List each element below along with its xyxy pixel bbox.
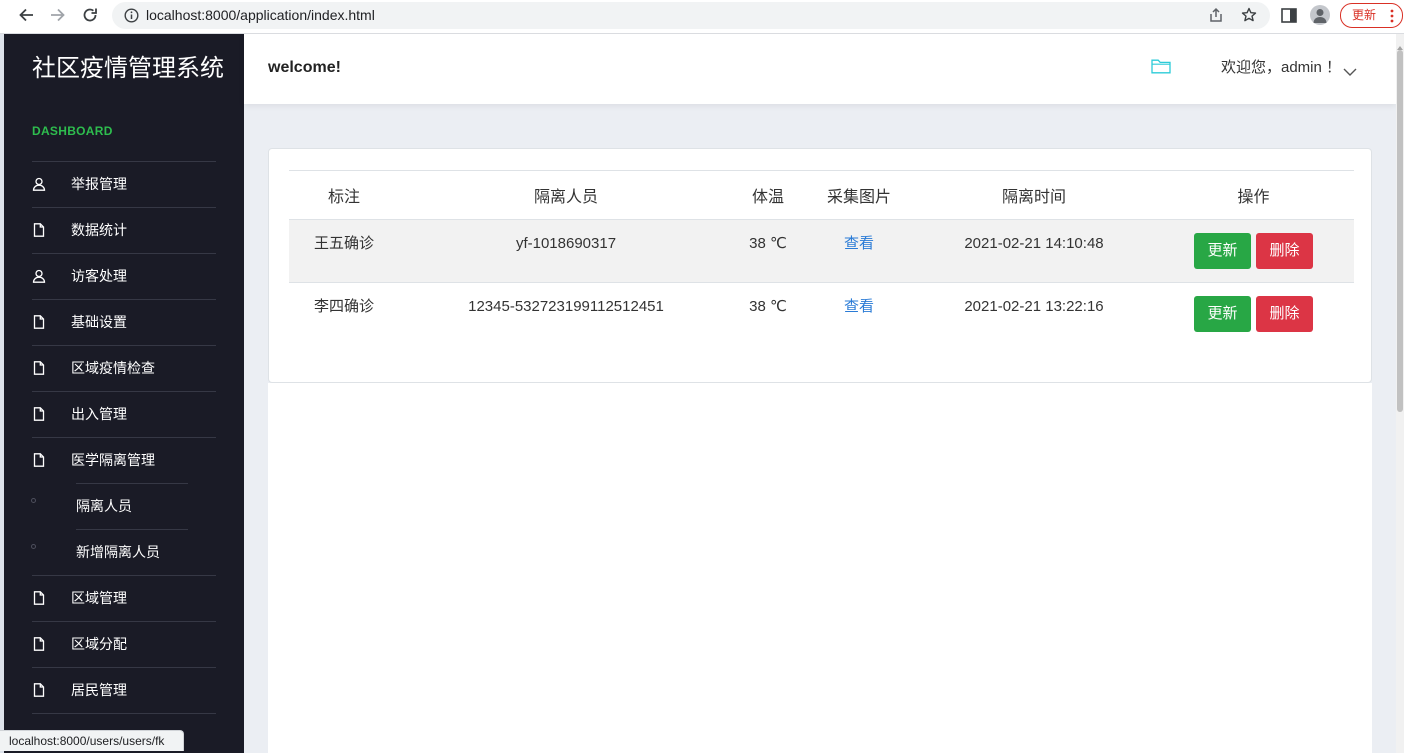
sidebar-item-label: 访客处理 — [71, 268, 127, 284]
sidebar-item-label: 区域分配 — [71, 636, 127, 652]
update-button[interactable]: 更新 — [1194, 233, 1251, 269]
url-text[interactable]: localhost:8000/application/index.html — [146, 7, 375, 24]
share-icon[interactable] — [1208, 7, 1224, 23]
chevron-down-icon[interactable] — [1343, 63, 1357, 76]
bullet-circle-icon — [31, 544, 36, 549]
cell-temperature: 38 ℃ — [733, 219, 803, 283]
back-arrow-icon[interactable] — [18, 7, 34, 23]
user-icon — [32, 269, 46, 283]
file-icon — [32, 223, 46, 237]
cell-actions: 更新 删除 — [1153, 219, 1354, 283]
main-content: 标注 隔离人员 体温 采集图片 隔离时间 操作 王五确诊 yf-10186903… — [244, 104, 1396, 753]
cell-person: 12345-532723199112512451 — [468, 298, 664, 315]
sidebar-subitem-add-quarantined-person[interactable]: 新增隔离人员 — [4, 529, 244, 575]
bullet-circle-icon — [31, 498, 36, 503]
sidebar-item-area-allocation[interactable]: 区域分配 — [4, 621, 244, 667]
welcome-text: welcome! — [268, 59, 341, 76]
sidebar-item-medical-quarantine[interactable]: 医学隔离管理 — [4, 437, 244, 483]
sidebar-item-resident-management[interactable]: 居民管理 — [4, 667, 244, 713]
more-vert-icon — [1389, 9, 1395, 23]
cell-actions: 更新 删除 — [1153, 283, 1354, 346]
scroll-up-icon[interactable] — [1397, 38, 1403, 50]
cell-time: 2021-02-21 14:10:48 — [915, 219, 1153, 283]
menu-divider — [32, 713, 216, 714]
cell-image: 查看 — [803, 283, 915, 346]
user-icon — [32, 177, 46, 191]
update-button[interactable]: 更新 — [1194, 296, 1251, 332]
sidebar-item-data-statistics[interactable]: 数据统计 — [4, 207, 244, 253]
profile-icon[interactable] — [1310, 5, 1330, 25]
forward-arrow-icon[interactable] — [50, 7, 66, 23]
sidebar-item-label: 举报管理 — [71, 176, 127, 192]
browser-update-button[interactable]: 更新 — [1340, 3, 1403, 28]
reload-icon[interactable] — [82, 7, 98, 23]
sidebar-item-label: 基础设置 — [71, 314, 127, 330]
file-icon — [32, 591, 46, 605]
cell-note: 李四确诊 — [313, 298, 374, 315]
file-icon — [32, 315, 46, 329]
column-header-actions: 操作 — [1153, 170, 1354, 220]
sidebar-item-area-management[interactable]: 区域管理 — [4, 575, 244, 621]
content-panel — [268, 383, 1372, 753]
sidebar-item-report-management[interactable]: 举报管理 — [4, 161, 244, 207]
folder-icon[interactable] — [1151, 59, 1171, 74]
file-icon — [32, 637, 46, 651]
sidebar-item-label: 居民管理 — [71, 682, 127, 698]
app-title: 社区疫情管理系统 — [32, 55, 224, 82]
table-row: 王五确诊 yf-1018690317 38 ℃ 查看 2021-02-21 14… — [289, 219, 1354, 283]
sidebar-item-label: 数据统计 — [71, 222, 127, 238]
column-header-image: 采集图片 — [803, 170, 915, 220]
sidebar-item-label: 出入管理 — [71, 406, 127, 422]
column-header-person: 隔离人员 — [399, 170, 733, 220]
sidebar-item-area-epidemic-check[interactable]: 区域疫情检查 — [4, 345, 244, 391]
sidebar-item-label: 区域疫情检查 — [71, 360, 155, 376]
cell-time: 2021-02-21 13:22:16 — [964, 298, 1104, 315]
cell-temperature: 38 ℃ — [749, 298, 787, 315]
top-header: welcome! 欢迎您，admin ！ — [244, 34, 1396, 104]
file-icon — [32, 407, 46, 421]
star-icon[interactable] — [1241, 7, 1257, 23]
sidebar-subitem-label: 新增隔离人员 — [76, 544, 160, 560]
sidebar-subitem-label: 隔离人员 — [76, 498, 132, 514]
view-image-link[interactable]: 查看 — [844, 235, 874, 252]
delete-button[interactable]: 删除 — [1256, 296, 1313, 332]
link-status-bubble: localhost:8000/users/users/fk — [0, 730, 184, 751]
file-icon — [32, 361, 46, 375]
sidebar-item-access-management[interactable]: 出入管理 — [4, 391, 244, 437]
sidebar-item-label: 医学隔离管理 — [71, 452, 155, 468]
row-actions: 更新 删除 — [1157, 296, 1350, 332]
sidebar: 社区疫情管理系统 DASHBOARD 举报管理 数据统计 访客处理 基础设置 区… — [4, 34, 244, 753]
table-header-row: 标注 隔离人员 体温 采集图片 隔离时间 操作 — [289, 170, 1354, 220]
delete-button[interactable]: 删除 — [1256, 233, 1313, 269]
file-icon — [32, 683, 46, 697]
info-icon[interactable] — [124, 8, 139, 23]
quarantine-table: 标注 隔离人员 体温 采集图片 隔离时间 操作 王五确诊 yf-10186903… — [289, 170, 1354, 346]
row-actions: 更新 删除 — [1157, 233, 1350, 269]
view-image-link[interactable]: 查看 — [844, 298, 874, 315]
cell-person: yf-1018690317 — [399, 219, 733, 283]
sidebar-menu: 举报管理 数据统计 访客处理 基础设置 区域疫情检查 出入管理 医学隔离管理 隔… — [4, 161, 244, 714]
sidebar-item-visitor-handling[interactable]: 访客处理 — [4, 253, 244, 299]
side-panel-icon[interactable] — [1281, 8, 1297, 23]
file-icon — [32, 453, 46, 467]
address-bar[interactable]: localhost:8000/application/index.html — [112, 2, 1270, 29]
sidebar-subitem-quarantined-people[interactable]: 隔离人员 — [4, 483, 244, 529]
browser-toolbar: localhost:8000/application/index.html 更新 — [0, 0, 1404, 34]
cell-note: 王五确诊 — [289, 219, 399, 283]
sidebar-section-label: DASHBOARD — [32, 124, 113, 138]
quarantine-table-card: 标注 隔离人员 体温 采集图片 隔离时间 操作 王五确诊 yf-10186903… — [268, 148, 1372, 383]
sidebar-item-label: 区域管理 — [71, 590, 127, 606]
scrollbar-thumb[interactable] — [1397, 50, 1403, 412]
column-header-note: 标注 — [289, 170, 399, 220]
browser-update-label: 更新 — [1352, 8, 1377, 22]
vertical-scrollbar[interactable] — [1396, 34, 1404, 753]
table-row: 李四确诊 12345-532723199112512451 38 ℃ 查看 20… — [289, 283, 1354, 346]
cell-image: 查看 — [803, 219, 915, 283]
column-header-temperature: 体温 — [733, 170, 803, 220]
column-header-time: 隔离时间 — [915, 170, 1153, 220]
sidebar-item-basic-settings[interactable]: 基础设置 — [4, 299, 244, 345]
user-greeting-dropdown[interactable]: 欢迎您，admin ！ — [1221, 58, 1341, 78]
